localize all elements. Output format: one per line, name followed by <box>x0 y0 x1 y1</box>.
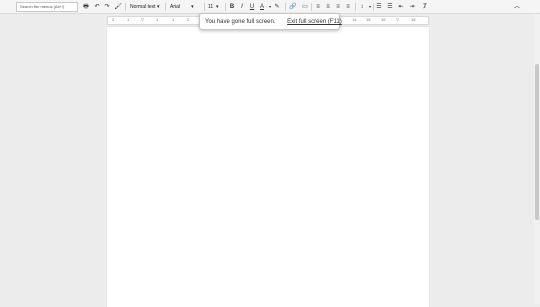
collapse-toolbar-icon[interactable]: ︿ <box>513 2 521 12</box>
align-left-icon[interactable]: ≡ <box>314 2 322 12</box>
toolbar-divider <box>285 3 286 11</box>
ruler-number: 1 <box>127 17 130 22</box>
align-right-icon[interactable]: ≡ <box>334 2 342 12</box>
toolbar-divider <box>204 3 205 11</box>
font-dropdown[interactable]: Arial ▾ <box>170 2 194 12</box>
italic-button[interactable]: I <box>238 2 246 12</box>
ruler-number: 15 <box>366 17 371 22</box>
increase-indent-icon[interactable]: ⇥ <box>408 2 416 12</box>
ruler-number: 1 <box>156 17 159 22</box>
print-icon[interactable]: 🖶 <box>82 2 90 12</box>
font-size-value: 11 <box>208 4 214 10</box>
toolbar-divider <box>355 3 356 11</box>
ruler-number: 14 <box>352 17 357 22</box>
redo-icon[interactable]: ↷ <box>103 2 111 12</box>
numbered-list-icon[interactable]: ☰ <box>375 2 383 12</box>
text-color-button[interactable]: A <box>258 2 266 12</box>
toolbar-divider <box>165 3 166 11</box>
paint-format-icon[interactable]: 🖌 <box>114 2 122 12</box>
indent-marker[interactable]: ▽ <box>141 17 144 22</box>
align-center-icon[interactable]: ≡ <box>324 2 332 12</box>
highlight-color-icon[interactable]: ✎ <box>273 2 281 12</box>
toolbar-divider <box>311 3 312 11</box>
bold-button[interactable]: B <box>228 2 236 12</box>
menu-search-input[interactable]: Search the menus (Alt+/) <box>16 2 78 12</box>
scrollbar-thumb[interactable] <box>535 64 539 220</box>
line-spacing-icon[interactable]: ↕ <box>358 2 366 12</box>
style-value: Normal text <box>130 4 156 10</box>
bulleted-list-icon[interactable]: ☰ <box>386 2 394 12</box>
fullscreen-message: You have gone full screen. <box>205 19 276 25</box>
style-dropdown[interactable]: Normal text ▾ <box>130 2 159 12</box>
font-value: Arial <box>170 4 181 10</box>
exit-fullscreen-link[interactable]: Exit full screen (F11) <box>287 19 342 25</box>
document-page[interactable] <box>107 27 429 307</box>
font-size-dropdown[interactable]: 11 ▾ <box>208 2 219 12</box>
ruler-number: 16 <box>381 17 386 22</box>
indent-marker[interactable]: ▽ <box>396 17 399 22</box>
align-justify-icon[interactable]: ≡ <box>344 2 352 12</box>
ruler-number: 18 <box>411 17 416 22</box>
fullscreen-notification: You have gone full screen. Exit full scr… <box>199 13 342 30</box>
link-icon[interactable]: 🔗 <box>289 2 297 12</box>
underline-button[interactable]: U <box>248 2 256 12</box>
comment-icon[interactable]: ▭ <box>301 2 309 12</box>
toolbar: Search the menus (Alt+/) 🖶 ↶ ↷ 🖌 Normal … <box>0 0 540 14</box>
ruler-number: 1 <box>172 17 175 22</box>
toolbar-divider <box>373 3 374 11</box>
toolbar-divider <box>225 3 226 11</box>
ruler-number: 2 <box>187 17 190 22</box>
decrease-indent-icon[interactable]: ⇤ <box>397 2 405 12</box>
scrollbar[interactable] <box>534 14 540 304</box>
toolbar-divider <box>125 3 126 11</box>
ruler-number: 2 <box>112 17 115 22</box>
clear-formatting-icon[interactable]: Ⱦ <box>421 2 429 12</box>
undo-icon[interactable]: ↶ <box>93 2 101 12</box>
